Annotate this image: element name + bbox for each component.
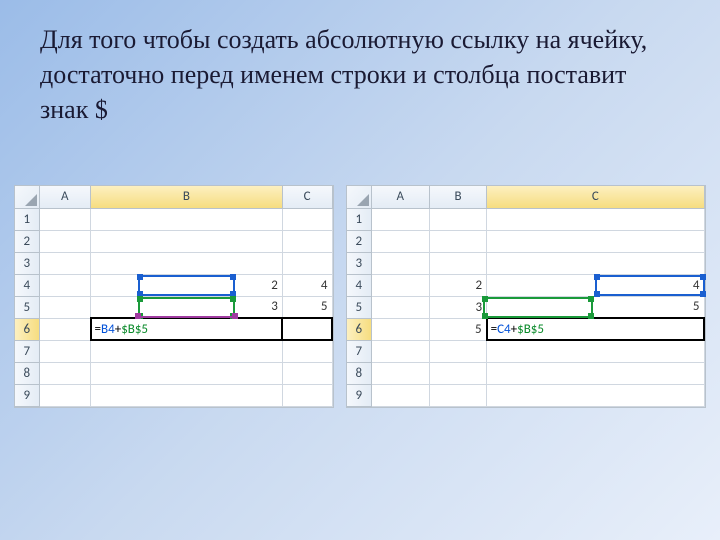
- row-header[interactable]: 3: [15, 252, 39, 274]
- spreadsheet-left: A B C 1 2 3 424 535 6 =B4+$B$5 7 8 9: [14, 185, 334, 408]
- cell[interactable]: [282, 252, 332, 274]
- cell[interactable]: [430, 208, 487, 230]
- cell[interactable]: [487, 230, 704, 252]
- select-all-corner[interactable]: [347, 186, 371, 208]
- grid-left[interactable]: A B C 1 2 3 424 535 6 =B4+$B$5 7 8 9: [15, 186, 333, 407]
- cell[interactable]: [430, 230, 487, 252]
- cell-c5[interactable]: 5: [282, 296, 332, 318]
- cell[interactable]: [487, 384, 704, 406]
- row-header[interactable]: 1: [15, 208, 39, 230]
- cell[interactable]: [487, 252, 704, 274]
- row-header[interactable]: 2: [15, 230, 39, 252]
- row-header[interactable]: 3: [347, 252, 371, 274]
- col-header-b[interactable]: B: [430, 186, 487, 208]
- col-header-c[interactable]: C: [487, 186, 704, 208]
- cell[interactable]: [91, 252, 283, 274]
- cell[interactable]: [371, 208, 430, 230]
- cell-c4[interactable]: 4: [282, 274, 332, 296]
- cell[interactable]: [91, 340, 283, 362]
- row-header[interactable]: 8: [347, 362, 371, 384]
- cell[interactable]: [39, 340, 91, 362]
- formula-ref1: B4: [101, 322, 115, 337]
- select-all-corner[interactable]: [15, 186, 39, 208]
- cell-c5[interactable]: 5: [487, 296, 704, 318]
- row-header[interactable]: 9: [15, 384, 39, 406]
- row-header[interactable]: 4: [15, 274, 39, 296]
- formula-ref1: C4: [497, 322, 511, 337]
- grid-right[interactable]: A B C 1 2 3 424 535 6 5 =C4+$B$5 7 8 9: [347, 186, 705, 407]
- cell[interactable]: [91, 230, 283, 252]
- row-header[interactable]: 1: [347, 208, 371, 230]
- cell[interactable]: [371, 252, 430, 274]
- cell[interactable]: [430, 362, 487, 384]
- row-header[interactable]: 8: [15, 362, 39, 384]
- cell[interactable]: [91, 362, 283, 384]
- row-header[interactable]: 7: [347, 340, 371, 362]
- formula-cell-b6[interactable]: =B4+$B$5: [91, 318, 283, 340]
- cell[interactable]: [487, 362, 704, 384]
- cell[interactable]: [371, 230, 430, 252]
- cell[interactable]: [39, 274, 91, 296]
- row-header[interactable]: 6: [347, 318, 371, 340]
- cell-b5[interactable]: 3: [430, 296, 487, 318]
- cell[interactable]: [282, 230, 332, 252]
- cell[interactable]: [39, 318, 91, 340]
- row-header[interactable]: 2: [347, 230, 371, 252]
- row-header[interactable]: 7: [15, 340, 39, 362]
- cell-b5[interactable]: 3: [91, 296, 283, 318]
- col-header-c[interactable]: C: [282, 186, 332, 208]
- cell[interactable]: [282, 340, 332, 362]
- spreadsheets-container: A B C 1 2 3 424 535 6 =B4+$B$5 7 8 9: [14, 185, 706, 408]
- cell[interactable]: [371, 318, 430, 340]
- row-header[interactable]: 5: [347, 296, 371, 318]
- cell[interactable]: [39, 362, 91, 384]
- cell[interactable]: [39, 252, 91, 274]
- cell[interactable]: [282, 208, 332, 230]
- cell[interactable]: [487, 208, 704, 230]
- spreadsheet-right: A B C 1 2 3 424 535 6 5 =C4+$B$5 7 8 9: [346, 185, 706, 408]
- row-header[interactable]: 5: [15, 296, 39, 318]
- cell[interactable]: [282, 362, 332, 384]
- cell-c6[interactable]: [282, 318, 332, 340]
- col-header-a[interactable]: A: [39, 186, 91, 208]
- row-header[interactable]: 4: [347, 274, 371, 296]
- slide-paragraph: Для того чтобы создать абсолютную ссылку…: [40, 22, 680, 127]
- col-header-b[interactable]: B: [91, 186, 283, 208]
- formula-cell-c6[interactable]: =C4+$B$5: [487, 318, 704, 340]
- col-header-a[interactable]: A: [371, 186, 430, 208]
- cell[interactable]: [430, 384, 487, 406]
- cell[interactable]: [371, 362, 430, 384]
- cell-b6[interactable]: 5: [430, 318, 487, 340]
- cell[interactable]: [487, 340, 704, 362]
- cell[interactable]: [371, 340, 430, 362]
- cell[interactable]: [91, 208, 283, 230]
- cell[interactable]: [39, 296, 91, 318]
- cell[interactable]: [430, 340, 487, 362]
- formula-ref2: $B$5: [121, 322, 148, 337]
- cell[interactable]: [371, 384, 430, 406]
- cell[interactable]: [371, 274, 430, 296]
- cell-b4[interactable]: 2: [91, 274, 283, 296]
- formula-ref2: $B$5: [517, 322, 544, 337]
- row-header[interactable]: 9: [347, 384, 371, 406]
- cell[interactable]: [282, 384, 332, 406]
- cell[interactable]: [371, 296, 430, 318]
- cell[interactable]: [91, 384, 283, 406]
- cell[interactable]: [39, 384, 91, 406]
- cell-c4[interactable]: 4: [487, 274, 704, 296]
- row-header[interactable]: 6: [15, 318, 39, 340]
- cell[interactable]: [39, 230, 91, 252]
- cell-b4[interactable]: 2: [430, 274, 487, 296]
- cell[interactable]: [39, 208, 91, 230]
- cell[interactable]: [430, 252, 487, 274]
